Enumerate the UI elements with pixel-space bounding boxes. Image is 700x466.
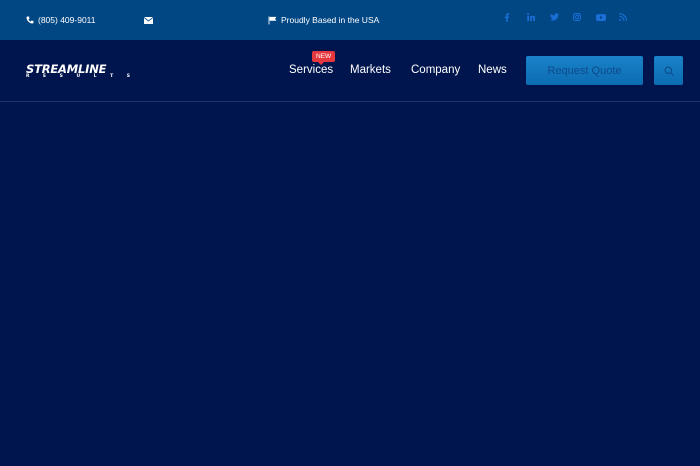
twitter-icon [550,13,559,21]
logo-subtitle: R E S U L T S [26,74,130,79]
email-link[interactable] [144,0,157,40]
site-logo[interactable]: STREAMLINE R E S U L T S [26,62,132,82]
search-icon [664,66,674,76]
usa-tagline: Proudly Based in the USA [268,0,379,40]
usa-text: Proudly Based in the USA [281,15,380,25]
phone-icon [26,16,34,24]
rss-icon [619,13,627,21]
logo-sub-letter: T [110,74,114,79]
main-navbar: STREAMLINE R E S U L T S NEW Services Ma… [0,40,700,102]
hero-section [0,102,700,466]
request-quote-label: Request Quote [547,64,622,77]
top-bar: (805) 409-9011 Proudly Based in the USA [0,0,700,40]
logo-sub-letter: U [76,74,81,79]
phone-link[interactable]: (805) 409-9011 [26,0,96,40]
logo-sub-letter: S [59,74,63,79]
twitter-link[interactable] [550,11,573,23]
nav-item-services[interactable]: Services [289,64,333,76]
instagram-link[interactable] [573,11,596,23]
search-button[interactable] [654,56,683,85]
request-quote-button[interactable]: Request Quote [526,56,643,85]
facebook-icon [504,12,510,22]
logo-sub-letter: E [43,74,47,79]
facebook-link[interactable] [504,11,527,23]
logo-sub-letter: S [126,74,130,79]
social-links [504,0,642,34]
flag-icon [268,16,277,24]
instagram-icon [573,13,581,21]
linkedin-link[interactable] [527,11,550,23]
logo-sub-letter: R [26,74,30,79]
nav-item-company[interactable]: Company [411,64,460,76]
logo-sub-letter: L [93,74,97,79]
linkedin-icon [527,13,535,21]
nav-item-news[interactable]: News [478,64,507,76]
phone-number: (805) 409-9011 [38,15,96,25]
youtube-icon [596,13,606,21]
mail-icon [144,16,153,24]
rss-link[interactable] [619,11,642,23]
new-badge: NEW [312,51,336,65]
youtube-link[interactable] [596,11,619,23]
nav-item-markets[interactable]: Markets [350,64,391,76]
